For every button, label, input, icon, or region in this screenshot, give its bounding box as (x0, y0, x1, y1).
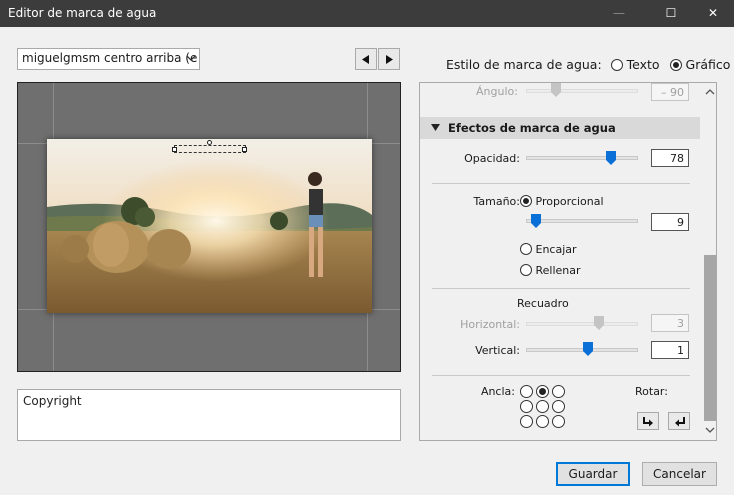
save-button[interactable]: Guardar (556, 462, 630, 486)
scrollbar-thumb[interactable] (704, 255, 716, 421)
watermark-effects-header[interactable]: Efectos de marca de agua (420, 117, 700, 139)
horizontal-label: Horizontal: (460, 318, 520, 331)
cancel-button[interactable]: Cancelar (642, 462, 717, 486)
fit-radio[interactable] (520, 243, 532, 255)
resize-handle[interactable] (242, 147, 247, 152)
chevron-down-icon (187, 55, 195, 61)
previous-preset-button[interactable] (355, 48, 377, 70)
rotate-clockwise-button[interactable] (637, 412, 659, 430)
angle-value-field: – 90 (651, 83, 689, 101)
size-slider-knob[interactable] (531, 214, 541, 228)
watermark-style-row: Estilo de marca de agua: Texto Gráfico (446, 57, 730, 72)
opacity-slider[interactable] (526, 156, 638, 160)
opacity-label: Opacidad: (464, 152, 520, 165)
anchor-point[interactable] (536, 385, 549, 398)
anchor-point[interactable] (520, 400, 533, 413)
graphic-style-label: Gráfico (685, 57, 731, 72)
fill-option[interactable]: Rellenar (520, 264, 581, 277)
fill-radio[interactable] (520, 264, 532, 276)
anchor-point[interactable] (552, 400, 565, 413)
text-style-label: Texto (626, 57, 660, 72)
maximize-icon[interactable]: ☐ (648, 0, 694, 27)
size-slider[interactable] (526, 219, 638, 223)
watermark-settings-panel[interactable]: Ángulo: – 90 Efectos de marca de agua Op… (419, 82, 717, 441)
anchor-point[interactable] (552, 385, 565, 398)
scroll-up-icon[interactable] (705, 88, 715, 96)
window-title: Editor de marca de agua (8, 6, 157, 20)
horizontal-value-field: 3 (651, 314, 689, 332)
preset-selected-value: miguelgmsm centro arriba (e (22, 51, 198, 65)
copyright-textarea[interactable]: Copyright (17, 389, 401, 441)
graphic-style-radio[interactable] (669, 59, 682, 71)
fit-option[interactable]: Encajar (520, 243, 577, 256)
anchor-point[interactable] (536, 415, 549, 428)
size-value-field[interactable]: 9 (651, 213, 689, 231)
scroll-down-icon[interactable] (705, 426, 715, 434)
rotate-label: Rotar: (635, 385, 668, 398)
divider (432, 288, 690, 289)
triangle-right-icon (386, 55, 393, 64)
watermark-preview[interactable] (17, 82, 401, 372)
next-preset-button[interactable] (378, 48, 400, 70)
inset-label: Recuadro (517, 297, 569, 310)
anchor-point[interactable] (520, 385, 533, 398)
anchor-label: Ancla: (480, 385, 515, 398)
title-bar: Editor de marca de agua — ☐ ✕ (0, 0, 734, 27)
angle-label: Ángulo: (476, 85, 518, 98)
vertical-slider[interactable] (526, 348, 638, 352)
proportional-radio[interactable] (520, 195, 532, 207)
text-style-radio[interactable] (610, 59, 623, 71)
rotate-counterclockwise-icon (675, 417, 685, 427)
anchor-point[interactable] (552, 415, 565, 428)
anchor-point[interactable] (536, 400, 549, 413)
triangle-down-icon (431, 124, 440, 131)
angle-slider-knob (551, 83, 561, 97)
close-icon[interactable]: ✕ (690, 0, 734, 27)
vertical-slider-knob[interactable] (583, 342, 593, 356)
preview-photo (47, 139, 372, 313)
watermark-style-label: Estilo de marca de agua: (446, 57, 602, 72)
fit-label: Encajar (535, 243, 577, 256)
resize-handle[interactable] (172, 147, 177, 152)
watermark-effects-title: Efectos de marca de agua (448, 121, 616, 135)
anchor-point[interactable] (520, 415, 533, 428)
divider (432, 183, 690, 184)
vertical-label: Vertical: (475, 344, 520, 357)
opacity-slider-knob[interactable] (606, 151, 616, 165)
rotate-handle[interactable] (207, 140, 212, 145)
rotate-clockwise-icon (643, 417, 653, 427)
minimize-icon[interactable]: — (596, 0, 642, 27)
horizontal-slider-knob (594, 316, 604, 330)
fill-label: Rellenar (535, 264, 581, 277)
rotate-counterclockwise-button[interactable] (668, 412, 690, 430)
proportional-option[interactable]: Proporcional (520, 195, 604, 208)
proportional-label: Proporcional (535, 195, 604, 208)
triangle-left-icon (362, 55, 369, 64)
opacity-value-field[interactable]: 78 (651, 149, 689, 167)
size-label: Tamaño: (473, 195, 520, 208)
preset-dropdown[interactable]: miguelgmsm centro arriba (e (17, 48, 200, 70)
vertical-value-field[interactable]: 1 (651, 341, 689, 359)
divider (432, 375, 690, 376)
watermark-bounding-box[interactable] (174, 145, 246, 153)
horizontal-slider (526, 322, 638, 326)
angle-slider (526, 89, 638, 93)
